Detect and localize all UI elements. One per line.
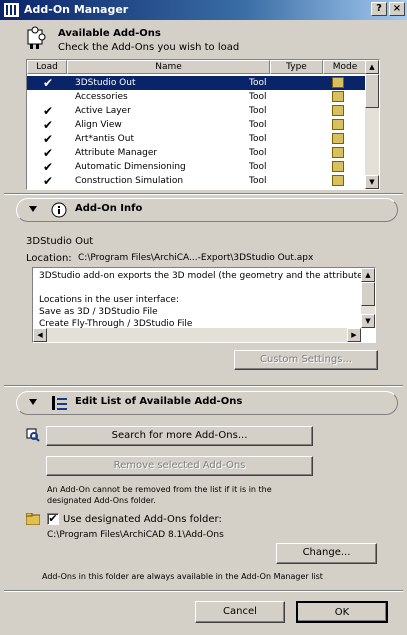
- mode-icon[interactable]: [332, 161, 344, 172]
- table-row[interactable]: ✔ Attribute Manager Tool: [27, 146, 367, 160]
- available-addons-title: Available Add-Ons: [58, 28, 161, 39]
- available-addons-subtitle: Check the Add-Ons you wish to load: [58, 42, 240, 53]
- addon-name-label: 3DStudio Out: [26, 236, 94, 247]
- table-row[interactable]: Accessories Tool: [27, 90, 367, 104]
- column-type[interactable]: Type: [270, 60, 323, 74]
- table-header: Load Name Type Mode: [27, 60, 367, 74]
- use-designated-folder-label[interactable]: Use designated Add-Ons folder:: [63, 514, 222, 525]
- collapse-arrow-icon[interactable]: [29, 206, 37, 212]
- addon-name: Automatic Dimensioning: [75, 162, 186, 172]
- close-button[interactable]: ×: [389, 2, 405, 16]
- load-checkmark[interactable]: ✔: [43, 133, 53, 145]
- scroll-thumb[interactable]: [361, 282, 375, 306]
- load-checkmark[interactable]: ✔: [43, 147, 53, 159]
- list-edit-icon: [51, 394, 69, 412]
- addons-table[interactable]: Load Name Type Mode ✔ 3DStudio Out Tool …: [26, 59, 380, 190]
- load-checkmark[interactable]: ✔: [43, 175, 53, 187]
- load-checkmark[interactable]: ✔: [43, 161, 53, 173]
- scroll-right-icon[interactable]: ▶: [347, 328, 361, 342]
- column-load[interactable]: Load: [27, 60, 67, 74]
- title-bar: Add-On Manager ? ×: [0, 0, 407, 20]
- mode-icon[interactable]: [332, 91, 344, 102]
- use-designated-folder-checkbox[interactable]: ✔: [47, 513, 59, 525]
- scroll-up-icon[interactable]: ▲: [361, 268, 375, 282]
- addon-type: Tool: [249, 106, 267, 116]
- folder-note: Add-Ons in this folder are always availa…: [42, 572, 323, 581]
- mode-icon[interactable]: [332, 119, 344, 130]
- addon-name: Accessories: [75, 92, 128, 102]
- edit-list-title: Edit List of Available Add-Ons: [75, 396, 243, 407]
- remove-selected-addons-button[interactable]: Remove selected Add-Ons: [46, 456, 313, 476]
- folder-icon: [25, 512, 41, 526]
- addon-name: Align View: [75, 120, 122, 130]
- mode-icon[interactable]: [332, 77, 344, 88]
- scroll-up-icon[interactable]: ▲: [365, 60, 379, 74]
- mode-icon[interactable]: [332, 133, 344, 144]
- addon-description[interactable]: 3DStudio add-on exports the 3D model (th…: [32, 267, 376, 343]
- table-row[interactable]: ✔ Art*antis Out Tool: [27, 132, 367, 146]
- collapse-arrow-icon[interactable]: [29, 399, 37, 405]
- help-button[interactable]: ?: [371, 2, 387, 16]
- table-row[interactable]: ✔ Align View Tool: [27, 118, 367, 132]
- addon-info-title: Add-On Info: [75, 203, 143, 214]
- addon-type: Tool: [249, 148, 267, 158]
- edit-list-section-header[interactable]: Edit List of Available Add-Ons: [16, 391, 398, 415]
- separator: [4, 385, 403, 387]
- table-row[interactable]: ✔ Automatic Dimensioning Tool: [27, 160, 367, 174]
- location-label: Location:: [26, 253, 72, 264]
- addon-type: Tool: [249, 134, 267, 144]
- change-folder-button[interactable]: Change...: [276, 543, 377, 564]
- load-checkmark[interactable]: ✔: [43, 119, 53, 131]
- addon-name: Art*antis Out: [75, 134, 135, 144]
- load-checkmark[interactable]: ✔: [43, 77, 53, 89]
- table-row[interactable]: ✔ 3DStudio Out Tool: [27, 76, 367, 90]
- load-checkmark[interactable]: ✔: [43, 105, 53, 117]
- addon-name: Construction Simulation: [75, 176, 184, 186]
- remove-note-line1: An Add-On cannot be removed from the lis…: [47, 485, 272, 494]
- addon-type: Tool: [249, 162, 267, 172]
- app-icon: [4, 3, 19, 17]
- scroll-left-icon[interactable]: ◀: [33, 328, 47, 342]
- addons-folder-path: C:\Program Files\ArchiCAD 8.1\Add-Ons: [47, 530, 224, 540]
- search-addons-icon: [24, 426, 40, 442]
- table-scrollbar[interactable]: ▲ ▼: [365, 60, 379, 189]
- addon-info-section-header[interactable]: Add-On Info: [16, 198, 398, 222]
- addon-type: Tool: [249, 78, 267, 88]
- separator: [4, 193, 403, 195]
- table-row[interactable]: ✔ Construction Simulation Tool: [27, 174, 367, 188]
- table-row[interactable]: ✔ Active Layer Tool: [27, 104, 367, 118]
- cancel-button[interactable]: Cancel: [195, 601, 285, 623]
- mode-icon[interactable]: [332, 147, 344, 158]
- ok-button[interactable]: OK: [296, 601, 388, 623]
- description-hscroll[interactable]: ◀ ▶: [33, 328, 361, 342]
- scroll-down-icon[interactable]: ▼: [361, 314, 375, 328]
- separator: [4, 590, 403, 592]
- column-name[interactable]: Name: [67, 60, 270, 74]
- addon-name: Active Layer: [75, 106, 131, 116]
- addon-type: Tool: [249, 176, 267, 186]
- addon-name: Attribute Manager: [75, 148, 158, 158]
- addon-type: Tool: [249, 120, 267, 130]
- addon-type: Tool: [249, 92, 267, 102]
- mode-icon[interactable]: [332, 105, 344, 116]
- location-value: C:\Program Files\ArchiCA...-Export\3DStu…: [78, 253, 314, 263]
- addon-name: 3DStudio Out: [75, 78, 136, 88]
- mode-icon[interactable]: [332, 175, 344, 186]
- column-mode[interactable]: Mode: [323, 60, 367, 74]
- window-title: Add-On Manager: [24, 3, 129, 16]
- info-icon: [51, 202, 67, 218]
- addons-puzzle-icon: [26, 26, 48, 50]
- scroll-down-icon[interactable]: ▼: [365, 175, 379, 189]
- description-text: 3DStudio add-on exports the 3D model (th…: [39, 271, 371, 329]
- description-vscroll[interactable]: ▲ ▼: [361, 268, 375, 328]
- remove-note-line2: designated Add-Ons folder.: [47, 496, 156, 505]
- custom-settings-button[interactable]: Custom Settings...: [234, 350, 378, 370]
- search-more-addons-button[interactable]: Search for more Add-Ons...: [46, 426, 313, 446]
- scroll-thumb[interactable]: [365, 74, 379, 108]
